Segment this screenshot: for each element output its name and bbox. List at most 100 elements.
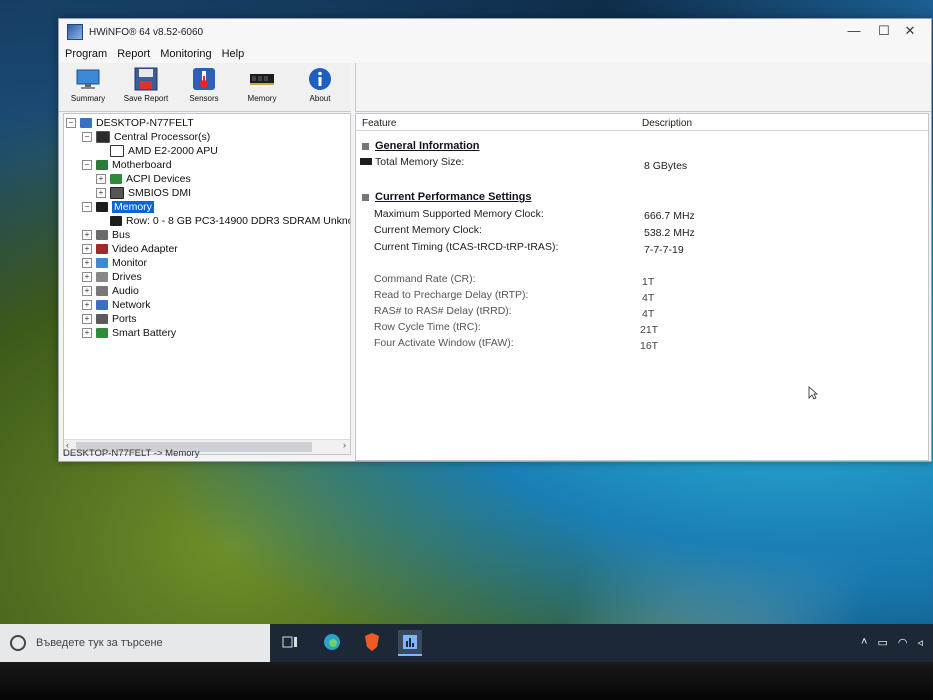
tree-root[interactable]: − DESKTOP-N77FELT: [66, 116, 194, 130]
feature-current-memory-clock: Current Memory Clock:: [374, 224, 482, 236]
task-view-icon[interactable]: [278, 630, 302, 654]
tree-item-label: SMBIOS DMI: [128, 187, 192, 199]
value-row-cycle-time: 21T: [640, 324, 659, 336]
save-report-button[interactable]: Save Report: [117, 63, 175, 111]
brave-browser-icon[interactable]: [360, 630, 384, 654]
tree-item-smart-battery[interactable]: + Smart Battery: [82, 326, 176, 340]
tree-item-network[interactable]: + Network: [82, 298, 151, 312]
edge-browser-icon[interactable]: [320, 630, 344, 654]
ports-icon: [96, 314, 108, 324]
monitor-icon: [96, 258, 108, 268]
menu-help[interactable]: Help: [222, 45, 245, 63]
network-tray-icon[interactable]: ◠: [898, 636, 908, 649]
section-current-performance-settings: Current Performance Settings: [362, 191, 531, 203]
close-button[interactable]: ✕: [895, 23, 925, 39]
expand-icon[interactable]: +: [96, 188, 106, 198]
memory-button[interactable]: Memory: [233, 63, 291, 111]
memory-label: Memory: [247, 94, 277, 103]
tree-item-label: Memory: [112, 201, 154, 213]
tree-item-ports[interactable]: + Ports: [82, 312, 137, 326]
info-icon: [307, 67, 333, 91]
expand-icon[interactable]: +: [82, 286, 92, 296]
tree-item-motherboard[interactable]: − Motherboard: [82, 158, 172, 172]
chevron-up-icon[interactable]: ˄: [861, 636, 867, 649]
collapse-icon[interactable]: −: [82, 160, 92, 170]
tree-item-monitor[interactable]: + Monitor: [82, 256, 147, 270]
tree-item-label: Monitor: [112, 257, 148, 269]
tree-item-memory[interactable]: − Memory: [82, 200, 154, 214]
motherboard-icon: [96, 160, 108, 170]
tree-item-smbios-dmi[interactable]: + SMBIOS DMI: [96, 186, 191, 200]
menu-bar: Program Report Monitoring Help: [59, 45, 931, 63]
value-read-to-precharge-delay: 4T: [642, 292, 655, 304]
value-command-rate: 1T: [642, 276, 655, 288]
tree-item-label: Drives: [112, 271, 142, 283]
volume-tray-icon[interactable]: ◃: [917, 636, 923, 649]
minimize-button[interactable]: —: [839, 23, 869, 38]
expand-icon[interactable]: +: [82, 258, 92, 268]
sensors-label: Sensors: [189, 94, 219, 103]
value-total-memory-size: 8 GBytes: [644, 160, 688, 172]
battery-icon: [96, 328, 108, 338]
hwinfo-window: HWiNFO® 64 v8.52-6060 — ☐ ✕ Program Repo…: [58, 18, 932, 462]
section-title: General Information: [375, 140, 480, 152]
title-bar[interactable]: HWiNFO® 64 v8.52-6060 — ☐ ✕: [59, 19, 931, 45]
about-button[interactable]: About: [291, 63, 349, 111]
battery-tray-icon[interactable]: ▭: [877, 636, 887, 649]
hwinfo-app-icon[interactable]: [398, 630, 422, 656]
expand-icon[interactable]: +: [82, 328, 92, 338]
toolbar: Summary Save Report Sensors Memory About: [59, 63, 351, 112]
tree-item-label: Audio: [112, 285, 139, 297]
search-icon: [10, 635, 26, 651]
section-general-information: General Information: [362, 140, 480, 152]
tree-item-memory-row[interactable]: Row: 0 - 8 GB PC3-14900 DDR3 SDRAM Unkno: [110, 214, 350, 228]
computer-icon: [80, 118, 92, 128]
tree-item-audio[interactable]: + Audio: [82, 284, 139, 298]
summary-button[interactable]: Summary: [59, 63, 117, 111]
tree-item-label: Network: [112, 299, 151, 311]
menu-program[interactable]: Program: [65, 45, 107, 63]
menu-report[interactable]: Report: [117, 45, 150, 63]
expand-icon[interactable]: +: [82, 314, 92, 324]
feature-ras-to-ras-delay: RAS# to RAS# Delay (tRRD):: [374, 305, 512, 317]
tree-item-acpi-devices[interactable]: + ACPI Devices: [96, 172, 191, 186]
feature-column-header[interactable]: Feature: [362, 118, 396, 129]
taskbar-search-box[interactable]: Въведете тук за търсене: [0, 624, 270, 662]
value-ras-to-ras-delay: 4T: [642, 308, 655, 320]
tree-item-central-processor[interactable]: − Central Processor(s): [82, 130, 210, 144]
thermometer-icon: [191, 67, 217, 91]
expand-icon[interactable]: +: [82, 300, 92, 310]
sensors-button[interactable]: Sensors: [175, 63, 233, 111]
laptop-bezel: [0, 662, 933, 700]
collapse-icon[interactable]: −: [82, 202, 92, 212]
section-title: Current Performance Settings: [375, 191, 532, 203]
header-divider: [356, 130, 928, 131]
device-tree[interactable]: − DESKTOP-N77FELT − Central Processor(s)…: [63, 113, 351, 455]
save-report-label: Save Report: [123, 94, 169, 103]
expand-icon[interactable]: +: [82, 272, 92, 282]
expand-icon[interactable]: +: [96, 174, 106, 184]
tree-item-video-adapter[interactable]: + Video Adapter: [82, 242, 178, 256]
tree-item-amd-apu[interactable]: AMD E2-2000 APU: [110, 144, 218, 158]
menu-monitoring[interactable]: Monitoring: [160, 45, 211, 63]
expand-icon[interactable]: +: [82, 244, 92, 254]
toolbar-blank-area: [355, 63, 931, 112]
value-current-memory-clock: 538.2 MHz: [644, 227, 695, 239]
tree-item-label: Bus: [112, 229, 131, 241]
value-max-memory-clock: 666.7 MHz: [644, 210, 695, 222]
tree-item-drives[interactable]: + Drives: [82, 270, 142, 284]
feature-command-rate: Command Rate (CR):: [374, 273, 476, 285]
description-column-header[interactable]: Description: [642, 118, 692, 129]
status-bar: DESKTOP-N77FELT -> Memory: [63, 448, 200, 459]
bus-icon: [96, 230, 108, 240]
hwinfo-app-icon: [67, 24, 83, 40]
tree-item-label: AMD E2-2000 APU: [128, 145, 218, 157]
tree-item-label: Video Adapter: [112, 243, 178, 255]
tree-item-bus[interactable]: + Bus: [82, 228, 130, 242]
collapse-icon[interactable]: −: [82, 132, 92, 142]
expand-icon[interactable]: +: [82, 230, 92, 240]
tree-item-label: Ports: [112, 313, 137, 325]
collapse-icon[interactable]: −: [66, 118, 76, 128]
tree-item-label: Motherboard: [112, 159, 172, 171]
memory-icon: [96, 202, 108, 212]
